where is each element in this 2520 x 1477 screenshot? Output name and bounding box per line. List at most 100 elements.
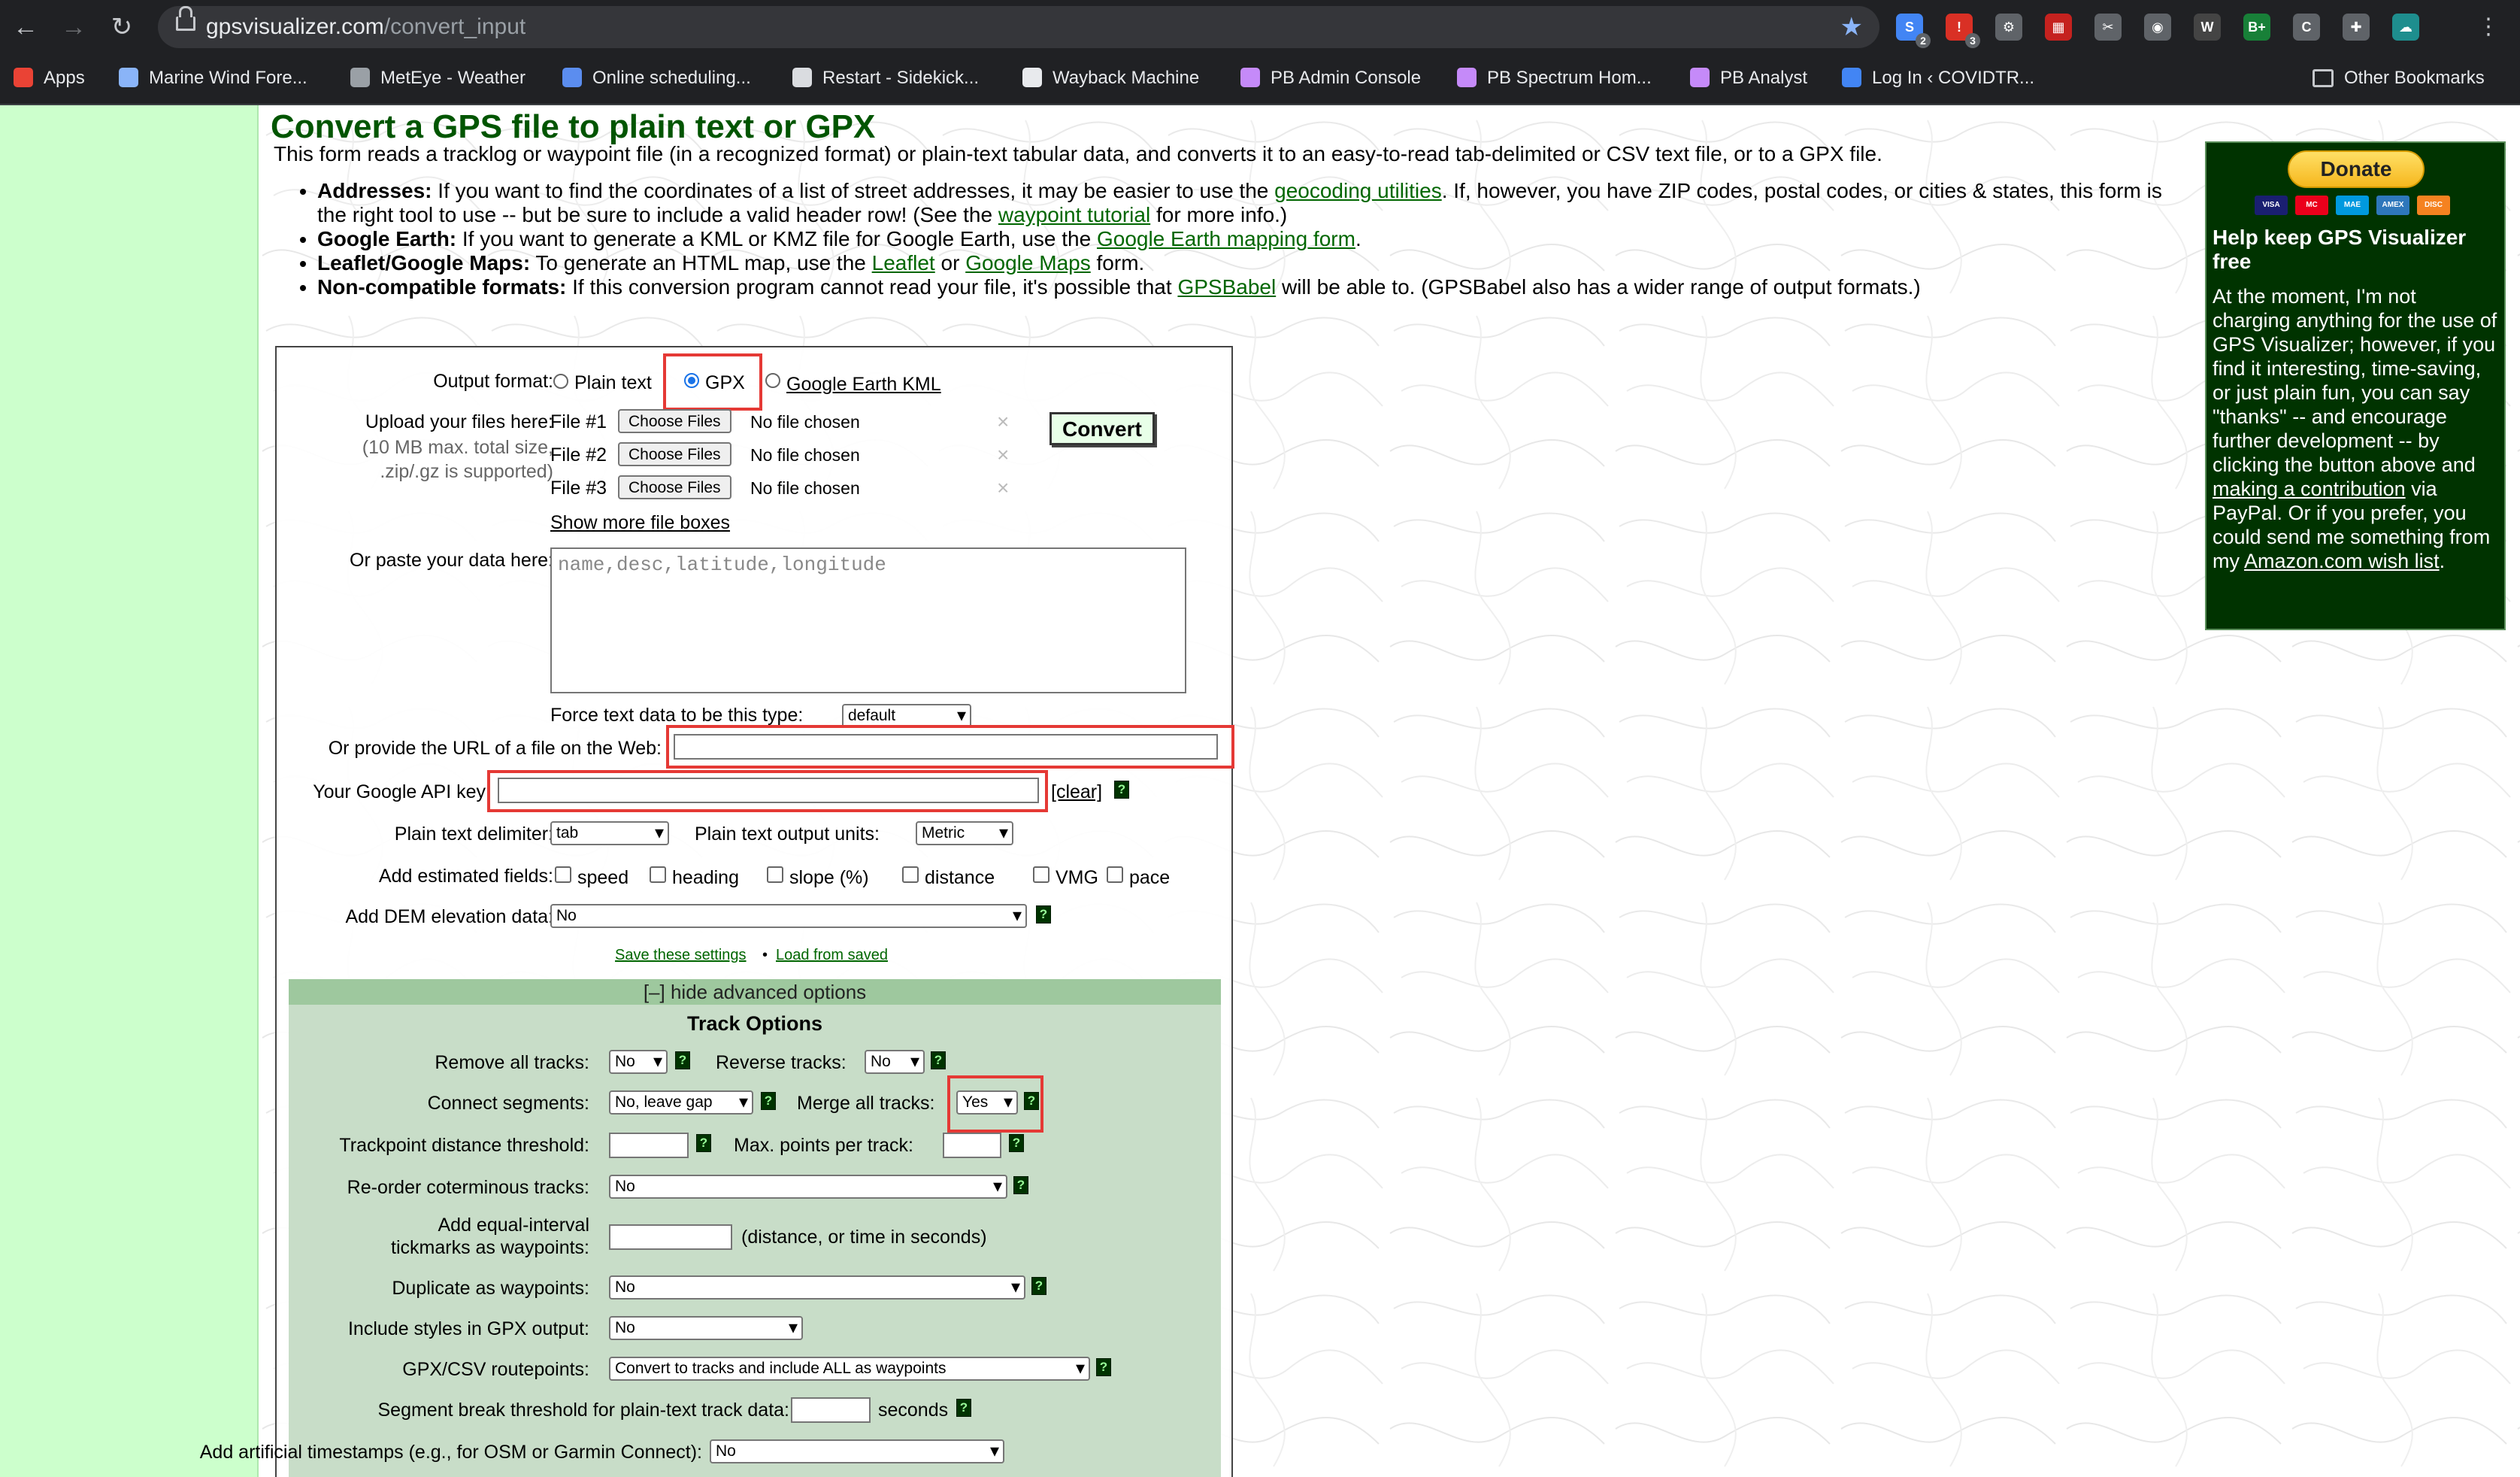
clear-file-icon[interactable]: × bbox=[997, 444, 1009, 466]
units-label: Plain text output units: bbox=[695, 823, 880, 845]
units-select[interactable]: Metric bbox=[916, 821, 1013, 845]
back-arrow-icon[interactable]: ← bbox=[8, 9, 44, 45]
bookmark-item[interactable]: MetEye - Weather bbox=[350, 65, 526, 92]
max-points-help-icon[interactable]: ? bbox=[1009, 1134, 1024, 1152]
clear-file-icon[interactable]: × bbox=[997, 477, 1009, 499]
ext-10-icon[interactable]: ✚ bbox=[2343, 14, 2370, 41]
estimated-field-checkbox[interactable] bbox=[902, 866, 919, 883]
gpsbabel-link[interactable]: GPSBabel bbox=[1177, 275, 1276, 299]
reorder-tracks-select[interactable]: No bbox=[609, 1175, 1007, 1199]
payment-card-icon: AMEX bbox=[2376, 196, 2409, 215]
bookmark-item[interactable]: Marine Wind Fore... bbox=[119, 65, 307, 92]
extension-badge: 3 bbox=[1965, 33, 1980, 48]
dem-select[interactable]: No bbox=[550, 904, 1027, 928]
duplicate-waypoints-select[interactable]: No bbox=[609, 1275, 1025, 1300]
ext-11-icon[interactable]: ☁ bbox=[2392, 14, 2419, 41]
routepoints-help-icon[interactable]: ? bbox=[1096, 1358, 1111, 1376]
save-settings-link[interactable]: Save these settings bbox=[615, 946, 747, 964]
sidebar-title: Help keep GPS Visualizer free bbox=[2213, 226, 2467, 273]
hide-advanced-toggle[interactable]: [–] hide advanced options bbox=[289, 979, 1221, 1005]
max-points-input[interactable] bbox=[943, 1133, 1001, 1158]
other-bookmarks[interactable]: Other Bookmarks bbox=[2313, 65, 2485, 92]
tickmarks-input[interactable] bbox=[609, 1224, 732, 1250]
gpx-styles-select[interactable]: No bbox=[609, 1316, 803, 1340]
duplicate-waypoints-help-icon[interactable]: ? bbox=[1031, 1277, 1046, 1295]
bookmark-item[interactable]: PB Analyst bbox=[1690, 65, 1807, 92]
delimiter-select[interactable]: tab bbox=[550, 821, 669, 845]
bookmark-item[interactable]: PB Admin Console bbox=[1240, 65, 1421, 92]
ext-9-icon[interactable]: C bbox=[2293, 14, 2320, 41]
google-earth-form-link[interactable]: Google Earth mapping form bbox=[1097, 227, 1355, 250]
donate-button[interactable]: Donate bbox=[2288, 150, 2425, 188]
address-bar[interactable]: gpsvisualizer.com/convert_input ★ bbox=[158, 6, 1879, 48]
load-saved-link[interactable]: Load from saved bbox=[776, 946, 888, 964]
reload-icon[interactable]: ↻ bbox=[104, 9, 140, 45]
estimated-field-checkbox[interactable] bbox=[767, 866, 783, 883]
connect-segments-select[interactable]: No, leave gap bbox=[609, 1090, 753, 1115]
bookmark-item[interactable]: Apps bbox=[14, 65, 85, 92]
reverse-tracks-help-icon[interactable]: ? bbox=[931, 1051, 946, 1069]
reverse-tracks-select[interactable]: No bbox=[865, 1050, 925, 1074]
bookmark-item[interactable]: Restart - Sidekick... bbox=[792, 65, 979, 92]
format-kml-radio[interactable] bbox=[765, 373, 780, 388]
tickmarks-label-line1: Add equal-interval bbox=[438, 1215, 589, 1236]
choose-files-button[interactable]: Choose Files bbox=[618, 442, 731, 466]
segment-break-input[interactable] bbox=[791, 1397, 871, 1423]
estimated-field-checkbox[interactable] bbox=[1107, 866, 1123, 883]
reorder-tracks-label: Re-order coterminous tracks: bbox=[347, 1177, 589, 1198]
forward-arrow-icon[interactable]: → bbox=[56, 9, 92, 45]
wish-list-link[interactable]: Amazon.com wish list bbox=[2244, 550, 2440, 572]
ext-7-icon[interactable]: W bbox=[2194, 14, 2221, 41]
estimated-field-label: slope (%) bbox=[789, 867, 869, 888]
bookmark-item[interactable]: Log In ‹ COVIDTR... bbox=[1842, 65, 2034, 92]
google-maps-link[interactable]: Google Maps bbox=[965, 251, 1091, 274]
distance-threshold-input[interactable] bbox=[609, 1133, 689, 1158]
intro-text: This form reads a tracklog or waypoint f… bbox=[274, 142, 1882, 165]
timestamps-select[interactable]: No bbox=[710, 1439, 1004, 1463]
routepoints-select[interactable]: Convert to tracks and include ALL as way… bbox=[609, 1357, 1090, 1381]
choose-files-button[interactable]: Choose Files bbox=[618, 409, 731, 433]
ext-1-icon[interactable]: S2 bbox=[1896, 14, 1931, 48]
highlight-gpx bbox=[663, 353, 762, 411]
ext-8-icon[interactable]: B+ bbox=[2243, 14, 2270, 41]
clear-api-key-link[interactable]: [clear] bbox=[1051, 781, 1102, 803]
remove-tracks-select[interactable]: No bbox=[609, 1050, 668, 1074]
browser-menu-icon[interactable]: ⋮ bbox=[2470, 9, 2506, 45]
bookmark-item[interactable]: Online scheduling... bbox=[562, 65, 751, 92]
payment-card-icon: MAE bbox=[2336, 196, 2369, 215]
bookmark-item[interactable]: PB Spectrum Hom... bbox=[1457, 65, 1652, 92]
estimated-field-checkbox[interactable] bbox=[650, 866, 666, 883]
paste-textarea[interactable]: name,desc,latitude,longitude bbox=[550, 547, 1186, 693]
waypoint-tutorial-link[interactable]: waypoint tutorial bbox=[998, 203, 1150, 226]
bookmark-item[interactable]: Wayback Machine bbox=[1022, 65, 1199, 92]
track-options-title: Track Options bbox=[686, 1012, 823, 1035]
ext-3-icon[interactable]: ⚙ bbox=[1995, 14, 2022, 41]
leaflet-link[interactable]: Leaflet bbox=[872, 251, 935, 274]
convert-button[interactable]: Convert bbox=[1049, 412, 1155, 445]
distance-threshold-help-icon[interactable]: ? bbox=[696, 1134, 711, 1152]
format-plain-radio[interactable] bbox=[553, 374, 568, 389]
bookmark-star-icon[interactable]: ★ bbox=[1840, 12, 1863, 42]
connect-segments-help-icon[interactable]: ? bbox=[761, 1092, 776, 1110]
paste-label: Or paste your data here: bbox=[350, 550, 553, 571]
payment-card-icon: DISC bbox=[2417, 196, 2450, 215]
ext-2-icon[interactable]: ! 3 bbox=[1946, 14, 1980, 48]
ext-5-icon[interactable]: ✂ bbox=[2094, 14, 2122, 41]
file-status: No file chosen bbox=[750, 412, 860, 432]
show-more-files-link[interactable]: Show more file boxes bbox=[550, 511, 730, 534]
estimated-field-checkbox[interactable] bbox=[555, 866, 571, 883]
clear-file-icon[interactable]: × bbox=[997, 411, 1009, 433]
choose-files-button[interactable]: Choose Files bbox=[618, 475, 731, 499]
segment-break-help-icon[interactable]: ? bbox=[956, 1399, 971, 1417]
remove-tracks-help-icon[interactable]: ? bbox=[675, 1051, 690, 1069]
geocoding-utilities-link[interactable]: geocoding utilities bbox=[1274, 179, 1442, 202]
convert-form: Output format: Plain text GPX Google Ear… bbox=[200, 346, 1234, 1477]
reorder-tracks-help-icon[interactable]: ? bbox=[1013, 1176, 1028, 1194]
ext-4-icon[interactable]: ▦ bbox=[2045, 14, 2072, 41]
ext-6-icon[interactable]: ◉ bbox=[2144, 14, 2171, 41]
contribution-link[interactable]: making a contribution bbox=[2213, 478, 2406, 500]
estimated-field-checkbox[interactable] bbox=[1033, 866, 1049, 883]
format-kml-link[interactable]: Google Earth KML bbox=[786, 373, 941, 396]
dem-help-icon[interactable]: ? bbox=[1036, 905, 1051, 924]
api-key-help-icon[interactable]: ? bbox=[1114, 781, 1129, 799]
